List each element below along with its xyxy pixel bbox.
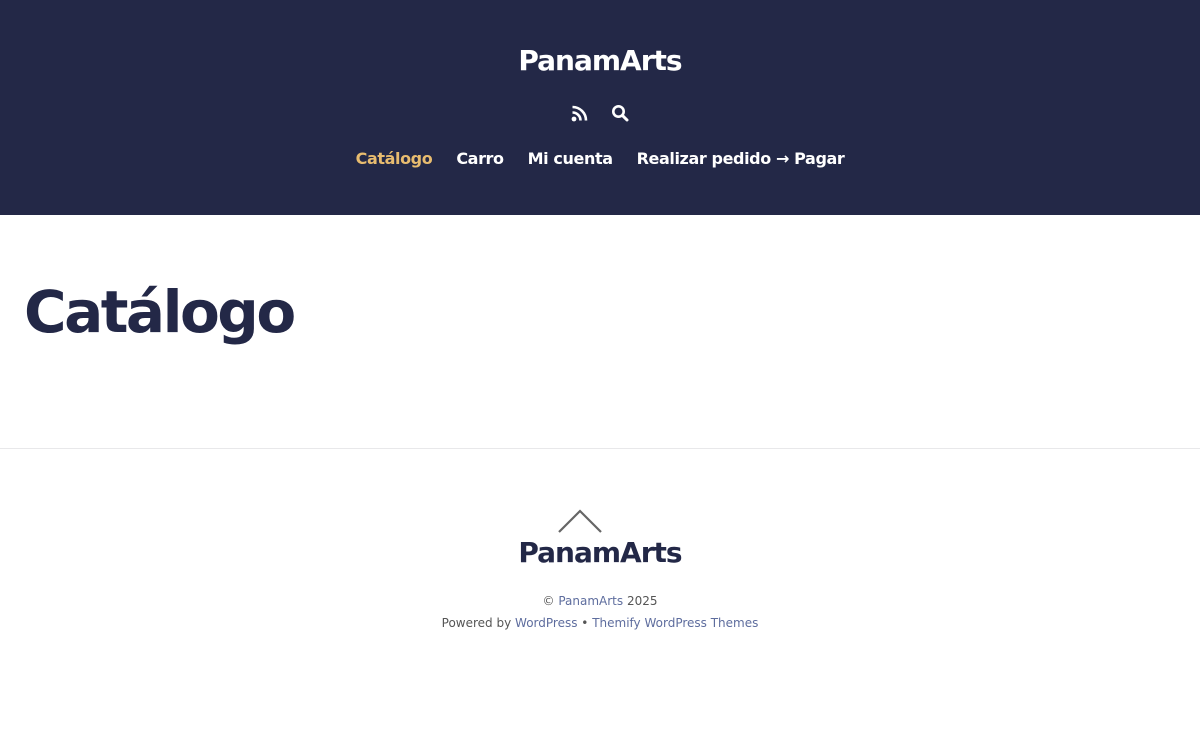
copyright-link[interactable]: PanamArts xyxy=(558,594,623,608)
site-header: PanamArts Catálogo Carro Mi cuenta Reali… xyxy=(0,0,1200,215)
copyright-year: 2025 xyxy=(626,594,658,608)
nav-item-mi-cuenta[interactable]: Mi cuenta xyxy=(528,149,613,168)
rss-icon[interactable] xyxy=(570,102,590,124)
powered-by-line: Powered by WordPress • Themify WordPress… xyxy=(0,615,1200,631)
main-nav: Catálogo Carro Mi cuenta Realizar pedido… xyxy=(0,149,1200,168)
themify-link[interactable]: Themify WordPress Themes xyxy=(592,616,758,630)
header-icons xyxy=(0,102,1200,124)
nav-item-catalogo[interactable]: Catálogo xyxy=(356,149,433,168)
copyright-symbol: © xyxy=(542,594,555,608)
copyright-line: © PanamArts 2025 xyxy=(0,593,1200,609)
nav-item-realizar-pedido[interactable]: Realizar pedido → Pagar xyxy=(637,149,845,168)
chevron-up-icon xyxy=(558,509,602,533)
footer-site-title[interactable]: PanamArts xyxy=(0,536,1200,569)
page-title: Catálogo xyxy=(24,278,296,346)
wordpress-link[interactable]: WordPress xyxy=(515,616,577,630)
nav-item-carro[interactable]: Carro xyxy=(456,149,504,168)
site-title[interactable]: PanamArts xyxy=(0,44,1200,77)
powered-by-text: Powered by xyxy=(441,616,512,630)
back-to-top-button[interactable] xyxy=(556,505,604,535)
search-icon[interactable] xyxy=(610,102,630,124)
credits-separator: • xyxy=(581,616,589,630)
